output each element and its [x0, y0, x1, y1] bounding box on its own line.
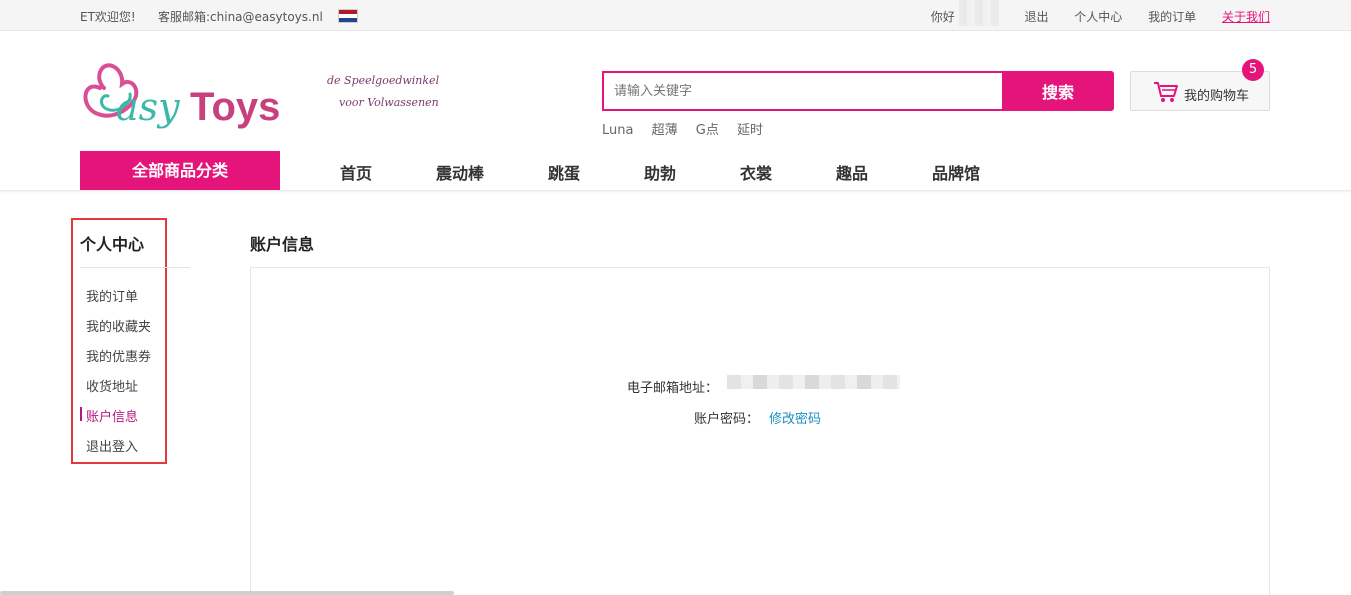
hot-word-gspot[interactable]: G点 — [696, 123, 719, 138]
my-orders-link[interactable]: 我的订单 — [1148, 10, 1196, 24]
hot-word-luna[interactable]: Luna — [602, 123, 633, 138]
hot-word-delay[interactable]: 延时 — [737, 123, 763, 138]
nav-item-erection[interactable]: 助勃 — [644, 160, 676, 184]
sidebar-item-addresses[interactable]: 收货地址 — [86, 376, 138, 395]
about-us-link[interactable]: 关于我们 — [1222, 10, 1270, 24]
greeting-text: 你好 — [930, 10, 955, 24]
service-email: 客服邮箱:china@easytoys.nl — [158, 10, 323, 24]
page-title: 账户信息 — [250, 235, 315, 254]
password-label: 账户密码： — [694, 412, 760, 427]
sidebar-item-orders[interactable]: 我的订单 — [86, 286, 138, 305]
sidebar-divider — [80, 267, 190, 268]
nav-item-home[interactable]: 首页 — [340, 160, 372, 184]
easytoys-logo[interactable]: asy Toys — [80, 58, 295, 130]
cart-button[interactable]: 我的购物车 5 — [1130, 59, 1270, 111]
nav-item-brands[interactable]: 品牌馆 — [932, 160, 980, 184]
top-right-links: 你好 退出 个人中心 我的订单 关于我们 — [930, 0, 1270, 26]
horizontal-scrollbar[interactable] — [0, 591, 454, 595]
nav-divider — [0, 190, 1351, 193]
slogan: de Speelgoedwinkel voor Volwassenen — [327, 70, 439, 114]
welcome-text: ET欢迎您! — [80, 10, 136, 24]
cart-count-badge: 5 — [1242, 59, 1264, 81]
sidebar-title: 个人中心 — [80, 235, 145, 254]
all-categories-button[interactable]: 全部商品分类 — [80, 151, 280, 190]
account-info-panel — [250, 267, 1270, 595]
search-input[interactable] — [602, 71, 1004, 111]
logout-link[interactable]: 退出 — [1024, 10, 1048, 24]
shopping-cart-icon — [1154, 82, 1178, 102]
cart-label: 我的购物车 — [1184, 89, 1250, 104]
sidebar-item-logout[interactable]: 退出登入 — [86, 436, 138, 455]
email-label: 电子邮箱地址： — [627, 381, 719, 396]
slogan-line-2: voor Volwassenen — [339, 96, 439, 109]
slogan-line-1: de Speelgoedwinkel — [327, 74, 440, 87]
sidebar-item-favorites[interactable]: 我的收藏夹 — [86, 316, 151, 335]
netherlands-flag-icon — [338, 9, 358, 23]
hot-words: Luna 超薄 G点 延时 — [602, 119, 777, 138]
sidebar-item-account-info[interactable]: 账户信息 — [86, 406, 138, 425]
search-button[interactable]: 搜索 — [1002, 71, 1114, 111]
nav-item-eggs[interactable]: 跳蛋 — [548, 160, 580, 184]
hot-word-ultrathin[interactable]: 超薄 — [652, 123, 678, 138]
logo-icon: asy Toys — [83, 63, 280, 129]
sidebar-item-coupons[interactable]: 我的优惠券 — [86, 346, 151, 365]
nav-item-fun[interactable]: 趣品 — [836, 160, 868, 184]
username-blurred — [958, 0, 999, 26]
user-center-link[interactable]: 个人中心 — [1074, 10, 1122, 24]
top-bar: ET欢迎您! 客服邮箱:china@easytoys.nl 你好 退出 个人中心… — [0, 0, 1351, 31]
search-bar: 搜索 — [602, 71, 1114, 111]
logo-text-easy: asy — [116, 85, 180, 129]
change-password-link[interactable]: 修改密码 — [769, 408, 821, 427]
email-value-blurred — [727, 375, 900, 389]
logo-text-toys: Toys — [190, 85, 280, 129]
nav-item-clothing[interactable]: 衣裳 — [740, 160, 772, 184]
nav-item-vibrators[interactable]: 震动棒 — [436, 160, 484, 184]
active-item-marker — [80, 407, 82, 421]
